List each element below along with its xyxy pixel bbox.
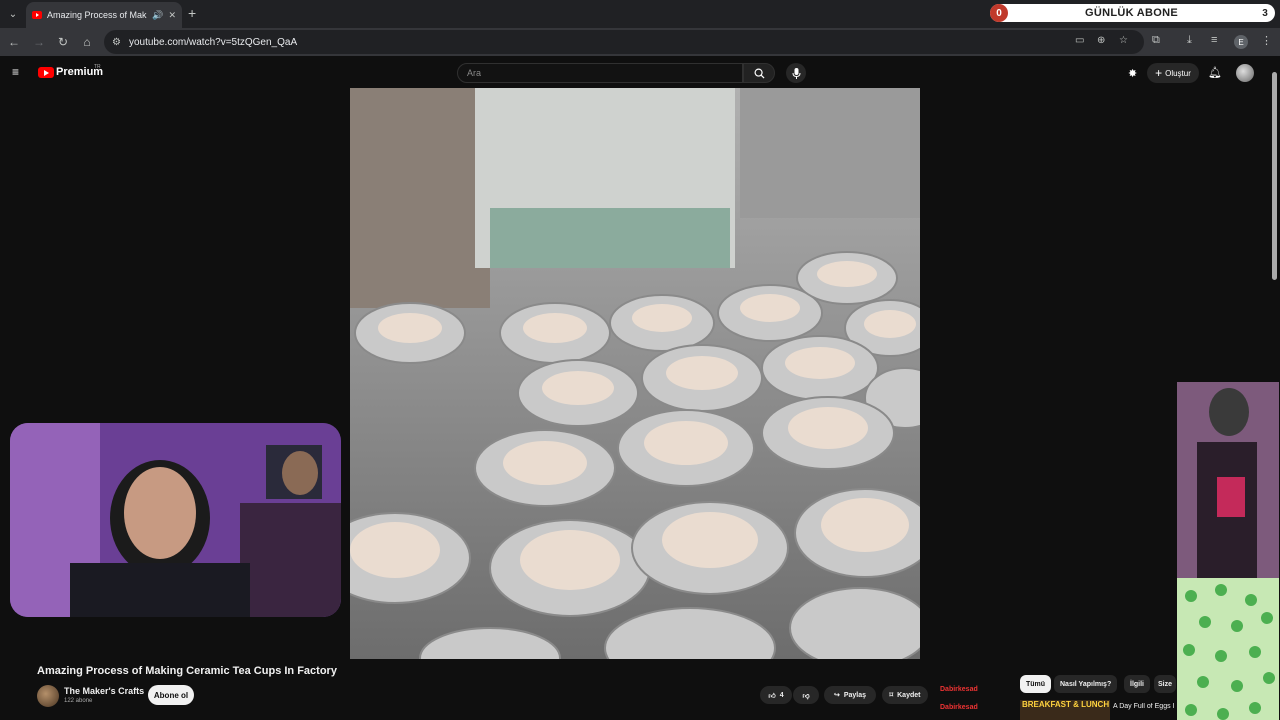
create-button[interactable]: + Oluştur	[1147, 63, 1199, 83]
video-title: Amazing Process of Making Ceramic Tea Cu…	[37, 665, 337, 677]
goal-target-count: 3	[1262, 7, 1268, 19]
subscriber-goal-bar: 0 GÜNLÜK ABONE 3	[990, 4, 1275, 22]
voice-search-button[interactable]	[786, 63, 806, 83]
search-button[interactable]	[743, 63, 775, 83]
thumbs-down-icon: 👎︎	[802, 692, 810, 700]
home-icon[interactable]: ⌂	[79, 34, 95, 50]
search-icon	[754, 68, 765, 79]
youtube-header: ≡ Premium TR Ara ✸ + Oluştur 🔔︎	[0, 56, 1280, 88]
share-label: Paylaş	[843, 691, 867, 699]
hamburger-menu-icon[interactable]: ≡	[12, 66, 24, 78]
bookmark-star-icon[interactable]: ☆	[1119, 35, 1128, 46]
url-text: youtube.com/watch?v=5tzQGen_QaA	[128, 36, 298, 48]
bookmark-icon: ⌑	[889, 692, 894, 699]
like-count: 4	[779, 691, 784, 699]
zoom-icon[interactable]: ⊕	[1097, 35, 1105, 46]
youtube-logo-icon[interactable]	[38, 67, 54, 78]
youtube-favicon-icon	[32, 11, 42, 19]
close-tab-icon[interactable]: ✕	[168, 10, 176, 21]
chip-how-made[interactable]: Nasıl Yapılmış?	[1054, 675, 1118, 693]
related-video-thumbnail[interactable]: BREAKFAST & LUNCH	[1020, 700, 1110, 720]
create-label: Oluştur	[1165, 68, 1191, 78]
save-label: Kaydet	[897, 691, 921, 699]
subscribe-button[interactable]: Abone ol	[148, 685, 194, 705]
browser-toolbar: ← → ↻ ⌂ ⚙ youtube.com/watch?v=5tzQGen_Qa…	[0, 28, 1280, 56]
download-icon[interactable]: ⤓	[1187, 34, 1192, 47]
chip-related[interactable]: İlgili	[1124, 675, 1150, 693]
pattern-overlay	[1177, 578, 1279, 720]
address-bar[interactable]: ⚙ youtube.com/watch?v=5tzQGen_QaA	[104, 30, 1144, 54]
channel-subscriber-count: 122 abone	[64, 698, 93, 704]
page-scrollbar[interactable]	[1272, 72, 1277, 280]
video-player[interactable]	[350, 88, 920, 659]
search-input[interactable]: Ara	[457, 63, 743, 83]
plus-icon: +	[1155, 66, 1163, 80]
browser-menu-icon[interactable]: ⋮	[1261, 34, 1272, 47]
account-avatar[interactable]	[1236, 64, 1254, 82]
channel-avatar[interactable]	[37, 685, 59, 707]
webcam-overlay	[10, 423, 341, 617]
goal-label: GÜNLÜK ABONE	[1084, 7, 1179, 19]
notifications-bell-icon[interactable]: 🔔︎	[1208, 66, 1222, 79]
pattern-image	[1177, 578, 1279, 720]
cast-icon[interactable]: ▭	[1075, 35, 1084, 46]
save-button[interactable]: ⌑ Kaydet	[882, 686, 928, 704]
back-icon[interactable]: ←	[6, 34, 22, 50]
like-button[interactable]: 👍︎ 4	[760, 686, 792, 704]
channel-name[interactable]: The Maker's Crafts	[64, 686, 144, 696]
site-info-icon[interactable]: ⚙	[112, 37, 121, 48]
chip-for-you[interactable]: Size	[1154, 675, 1176, 693]
video-frame	[350, 88, 920, 659]
profile-avatar[interactable]: E	[1234, 35, 1248, 49]
gear-icon[interactable]: ✸	[1128, 67, 1137, 80]
region-code: TR	[94, 64, 101, 70]
speaker-icon[interactable]: 🔊	[152, 10, 163, 21]
reload-icon[interactable]: ↻	[55, 34, 71, 50]
tab-title: Amazing Process of Making Ceramic Tea Cu…	[47, 10, 147, 20]
share-button[interactable]: ↪ Paylaş	[824, 686, 876, 704]
chat-overlay-name: Dabirkesad	[940, 704, 978, 711]
extensions-icon[interactable]: ⧉	[1152, 34, 1160, 47]
second-webcam-overlay	[1177, 382, 1279, 578]
media-control-icon[interactable]: ≡	[1211, 34, 1217, 46]
related-video-title[interactable]: A Day Full of Eggs I Cooking Breakfast	[1113, 703, 1175, 710]
tab-search-icon[interactable]: ⌄	[4, 5, 22, 23]
forward-icon[interactable]: →	[31, 34, 47, 50]
second-webcam-image	[1177, 382, 1279, 578]
webcam-image	[10, 423, 341, 617]
chip-all[interactable]: Tümü	[1020, 675, 1052, 693]
chat-overlay-name: Dabirkesad	[940, 686, 978, 693]
browser-tab[interactable]: Amazing Process of Making Ceramic Tea Cu…	[26, 2, 182, 28]
dislike-button[interactable]: 👎︎	[793, 686, 819, 704]
browser-tab-bar: ⌄ Amazing Process of Making Ceramic Tea …	[0, 0, 1280, 28]
microphone-icon	[792, 67, 800, 79]
share-icon: ↪	[833, 692, 840, 699]
goal-current-count: 0	[990, 4, 1008, 22]
new-tab-icon[interactable]: +	[188, 5, 202, 21]
thumbs-up-icon: 👍︎	[768, 692, 776, 700]
